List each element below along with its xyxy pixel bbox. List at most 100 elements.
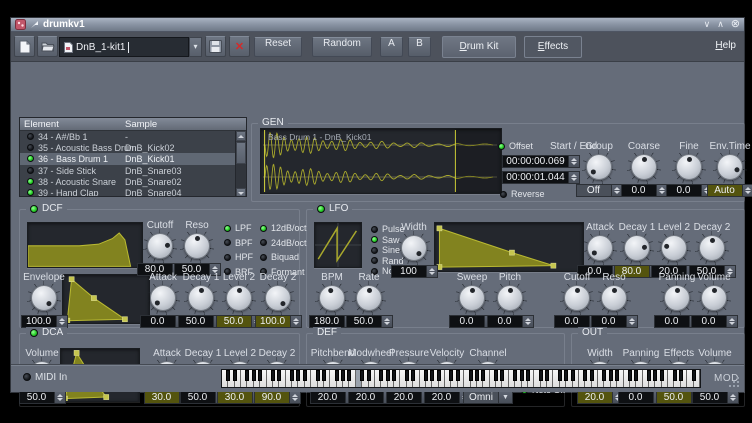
dropdown-arrow-icon[interactable]: ▼ xyxy=(499,391,513,404)
scroll-down-icon[interactable] xyxy=(236,188,246,197)
filter-slope-24db-oct[interactable]: 24dB/oct xyxy=(260,238,307,248)
filter-slope-12db-oct[interactable]: 12dB/oct xyxy=(260,223,307,233)
end-time-field-value[interactable]: 00:00:01.044 xyxy=(502,171,569,184)
lfo-envelope-display[interactable] xyxy=(434,222,584,272)
value-spinner[interactable] xyxy=(523,315,534,328)
black-key[interactable] xyxy=(252,370,256,381)
end-time-field[interactable]: 00:00:01.044 xyxy=(502,171,580,184)
list-item[interactable]: 38 - Acoustic SnareDnB_Snare02 xyxy=(20,176,237,187)
value-pitch[interactable]: 0.0 xyxy=(487,315,523,328)
start-time-field-value[interactable]: 00:00:00.069 xyxy=(502,155,569,168)
list-item[interactable]: 34 - A#/Bb 1- xyxy=(20,131,237,142)
value-width[interactable]: 100 xyxy=(391,265,427,278)
knob-pitch[interactable] xyxy=(484,283,536,313)
close-icon[interactable]: ⊗ xyxy=(731,20,740,29)
black-key[interactable] xyxy=(520,370,524,381)
black-key[interactable] xyxy=(303,370,307,381)
list-item[interactable]: 35 - Acoustic Bass DrumDnB_Kick02 xyxy=(20,142,237,153)
value-coarse[interactable]: 0.0 xyxy=(621,184,657,197)
black-key[interactable] xyxy=(258,370,262,381)
filter-curve-display[interactable] xyxy=(27,222,143,268)
black-key[interactable] xyxy=(481,370,485,381)
black-key[interactable] xyxy=(475,370,479,381)
resize-grip[interactable] xyxy=(737,385,739,387)
black-key[interactable] xyxy=(539,370,543,381)
black-key[interactable] xyxy=(513,370,517,381)
column-header-sample[interactable]: Sample xyxy=(125,119,157,130)
black-key[interactable] xyxy=(583,370,587,381)
filter-slope-biquad[interactable]: Biquad xyxy=(260,252,299,262)
black-key[interactable] xyxy=(271,370,275,381)
list-item[interactable]: 36 - Bass Drum 1DnB_Kick01 xyxy=(20,153,237,164)
black-key[interactable] xyxy=(405,370,409,381)
value-channel[interactable]: Omni xyxy=(463,391,499,404)
black-key[interactable] xyxy=(296,370,300,381)
value-width[interactable]: 20.0 xyxy=(577,391,613,404)
filter-type-bpf[interactable]: BPF xyxy=(224,238,253,248)
tab-drum-kit[interactable]: Drum Kit xyxy=(442,36,516,58)
black-key[interactable] xyxy=(571,370,575,381)
value-spinner[interactable] xyxy=(55,391,66,404)
value-spinner[interactable] xyxy=(627,315,638,328)
black-key[interactable] xyxy=(437,370,441,381)
list-item[interactable]: 39 - Hand ClapDnB_Snare04 xyxy=(20,187,237,197)
black-key[interactable] xyxy=(545,370,549,381)
black-key[interactable] xyxy=(673,370,677,381)
black-key[interactable] xyxy=(430,370,434,381)
value-volume[interactable]: 50.0 xyxy=(19,391,55,404)
black-key[interactable] xyxy=(411,370,415,381)
start-time-field[interactable]: 00:00:00.069 xyxy=(502,155,580,168)
column-header-element[interactable]: Element xyxy=(24,119,59,130)
window-titlebar[interactable]: drumkv1 ∨ ∧ ⊗ xyxy=(11,18,744,32)
value-decay-2[interactable]: 90.0 xyxy=(254,391,290,404)
black-key[interactable] xyxy=(609,370,613,381)
black-key[interactable] xyxy=(347,370,351,381)
black-key[interactable] xyxy=(392,370,396,381)
value-spinner[interactable] xyxy=(291,315,302,328)
preset-combo[interactable]: DnB_1-kit1 xyxy=(59,37,189,57)
knob-envelope[interactable] xyxy=(18,283,70,313)
black-key[interactable] xyxy=(226,370,230,381)
black-key[interactable] xyxy=(500,370,504,381)
filter-type-lpf[interactable]: LPF xyxy=(224,223,252,233)
knob-volume[interactable] xyxy=(688,283,740,313)
value-spinner[interactable] xyxy=(427,265,438,278)
black-key[interactable] xyxy=(449,370,453,381)
black-key[interactable] xyxy=(360,370,364,381)
value-effects[interactable]: 50.0 xyxy=(656,391,692,404)
value-pressure[interactable]: 20.0 xyxy=(386,391,422,404)
reset-button[interactable]: Reset xyxy=(254,37,302,57)
black-key[interactable] xyxy=(456,370,460,381)
save-preset-button[interactable] xyxy=(205,36,226,57)
black-key[interactable] xyxy=(602,370,606,381)
knob-decay-2[interactable] xyxy=(252,283,304,313)
value-decay-1[interactable]: 50.0 xyxy=(178,315,214,328)
open-preset-button[interactable] xyxy=(37,36,58,57)
scroll-thumb[interactable] xyxy=(236,142,246,164)
value-panning[interactable]: 0.0 xyxy=(654,315,690,328)
midi-keyboard[interactable] xyxy=(221,369,701,388)
value-env-time[interactable]: Auto xyxy=(707,184,743,197)
delete-preset-button[interactable]: ✕ xyxy=(229,36,250,57)
reverse-toggle[interactable]: Reverse xyxy=(500,189,545,199)
knob-rate[interactable] xyxy=(343,283,395,313)
a-button[interactable]: A xyxy=(380,37,403,57)
value-decay-1[interactable]: 50.0 xyxy=(180,391,216,404)
knob-width[interactable] xyxy=(388,233,440,263)
value-attack[interactable]: 30.0 xyxy=(144,391,180,404)
random-button[interactable]: Random xyxy=(312,37,372,57)
black-key[interactable] xyxy=(558,370,562,381)
black-key[interactable] xyxy=(233,370,237,381)
knob-decay-2[interactable] xyxy=(686,233,738,263)
preset-combo-arrow-icon[interactable]: ▾ xyxy=(189,37,202,57)
black-key[interactable] xyxy=(615,370,619,381)
black-key[interactable] xyxy=(647,370,651,381)
value-attack[interactable]: 0.0 xyxy=(140,315,176,328)
value-decay-2[interactable]: 100.0 xyxy=(255,315,291,328)
black-key[interactable] xyxy=(245,370,249,381)
black-key[interactable] xyxy=(692,370,696,381)
list-scrollbar[interactable] xyxy=(235,131,246,197)
black-key[interactable] xyxy=(424,370,428,381)
lfo-shape-display[interactable] xyxy=(314,222,362,268)
black-key[interactable] xyxy=(628,370,632,381)
